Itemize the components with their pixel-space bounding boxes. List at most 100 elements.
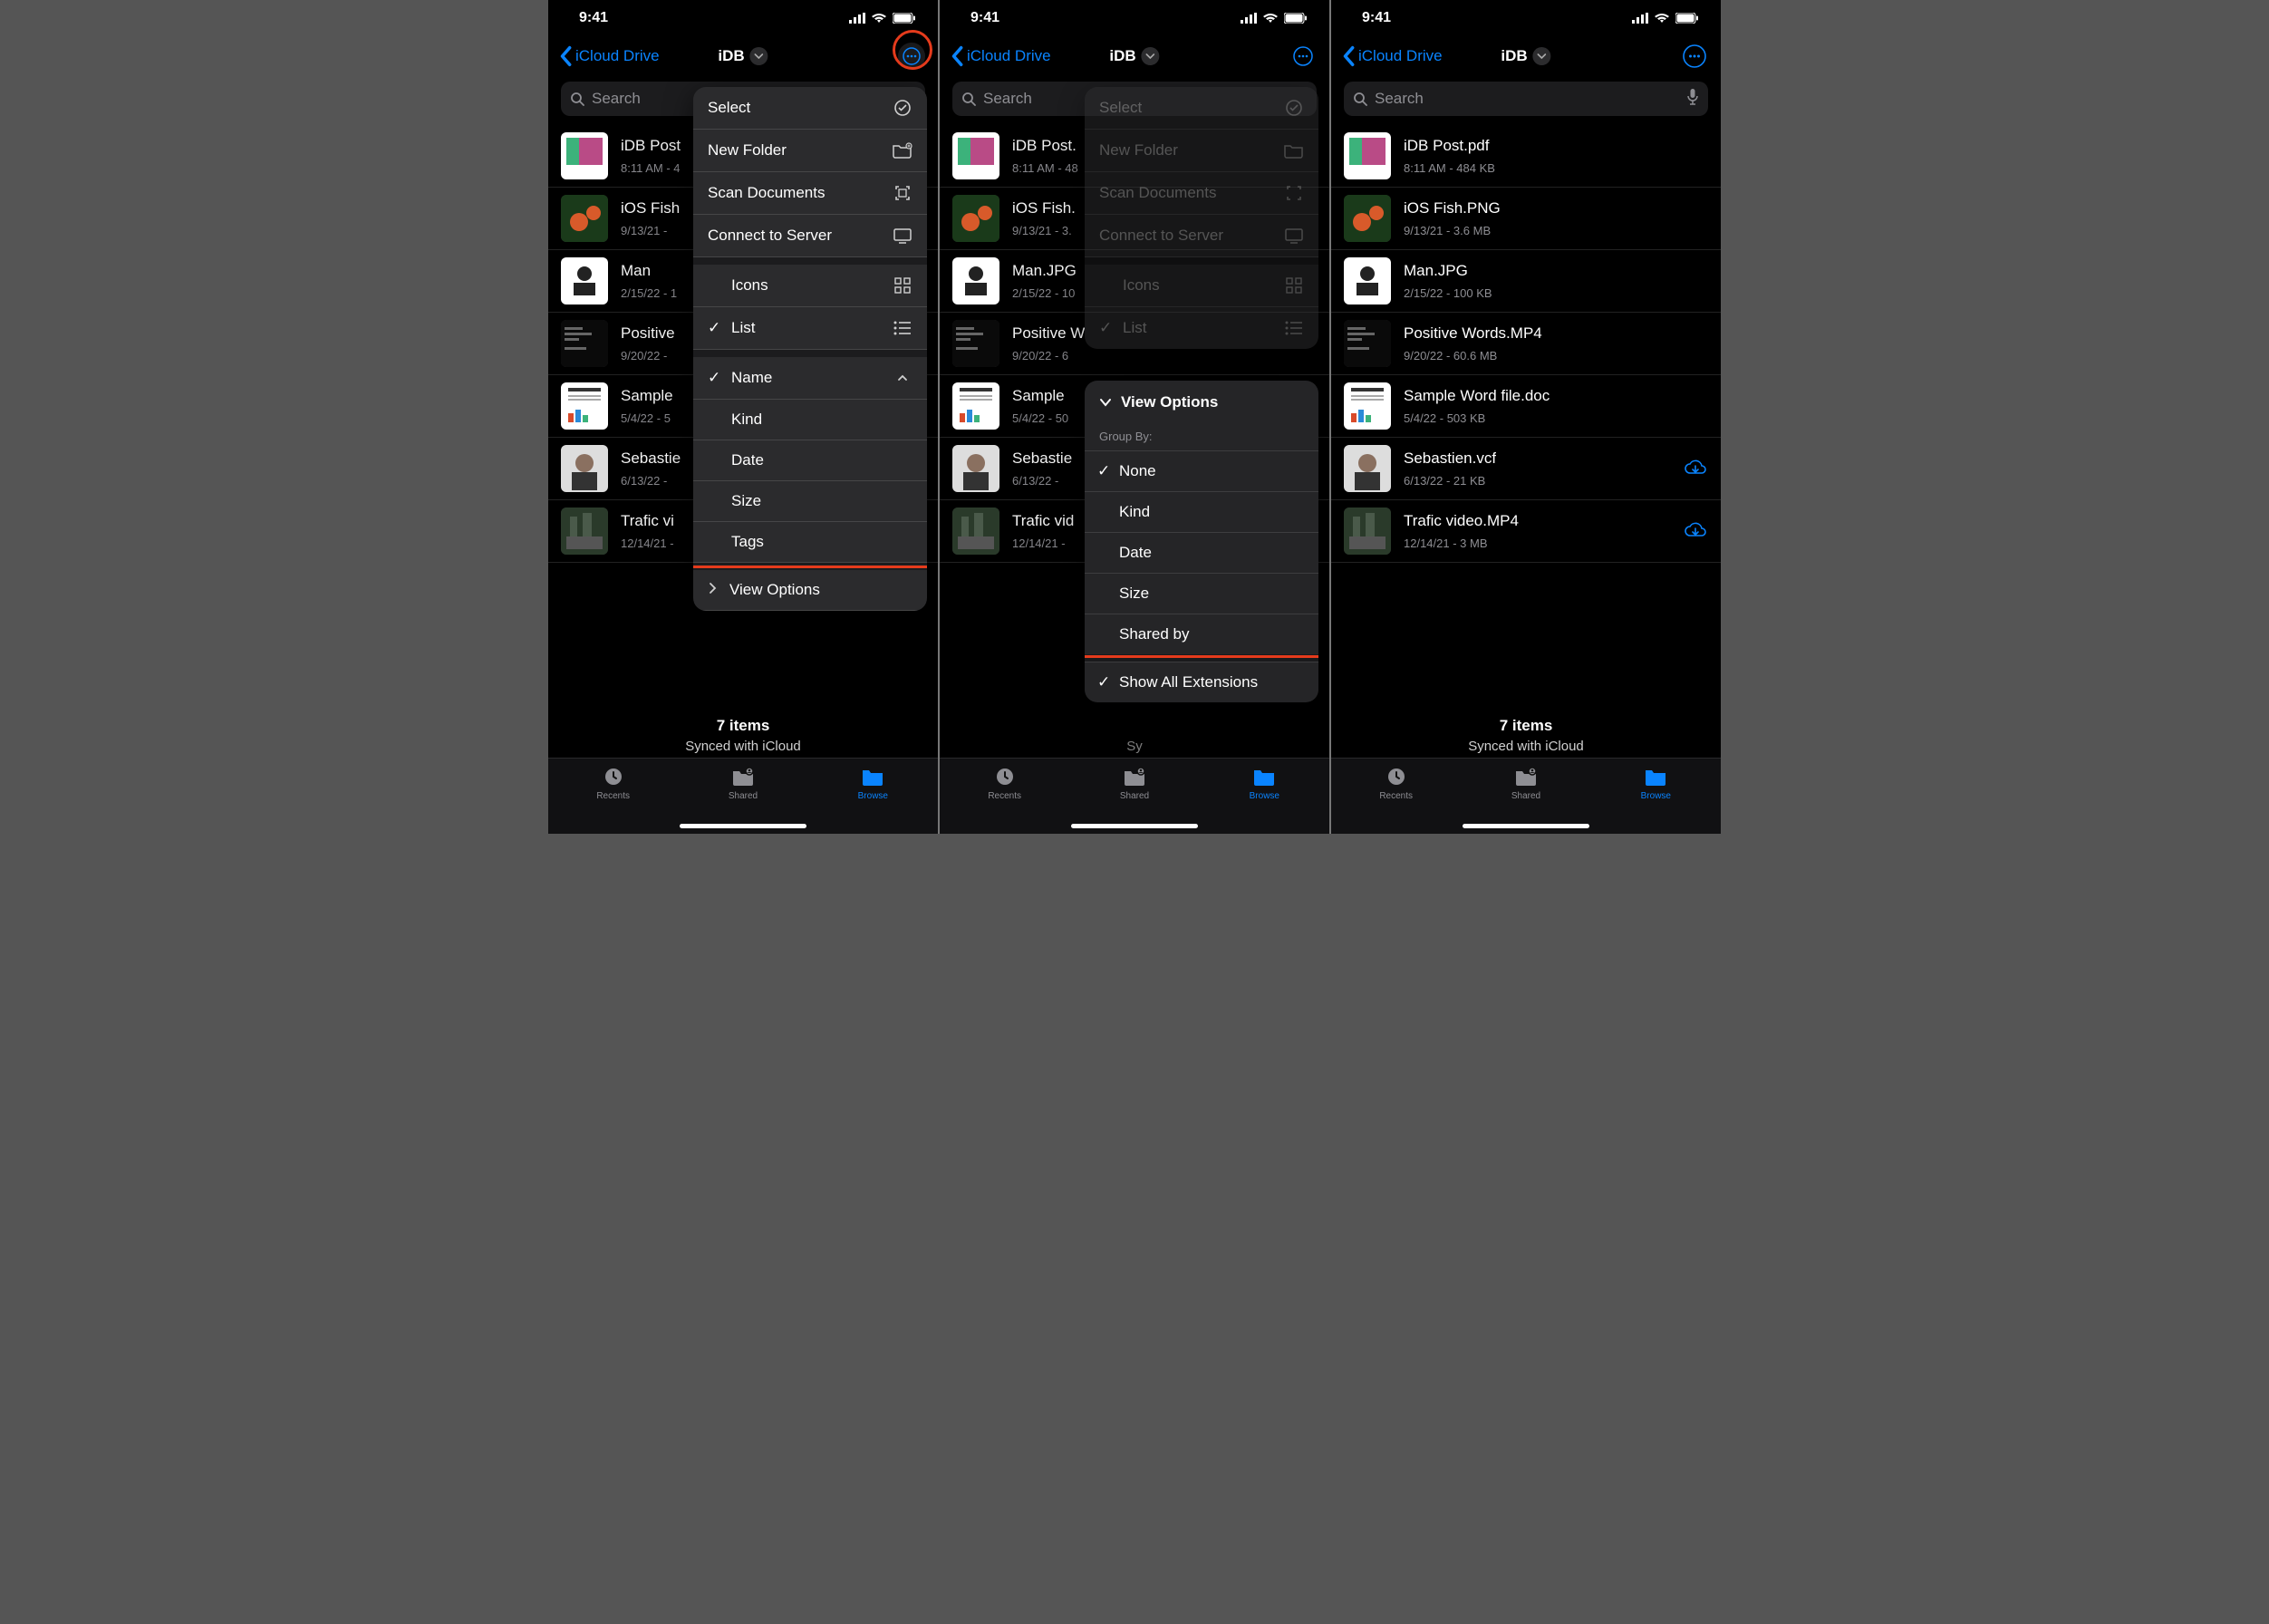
clock-icon [601,766,626,788]
group-by-kind[interactable]: Kind [1085,491,1318,532]
file-name: Man.JPG [1404,262,1468,280]
file-thumbnail [561,132,608,179]
file-name: Trafic vid [1012,512,1074,530]
tab-recents[interactable]: Recents [548,766,678,801]
menu-scan-documents[interactable]: Scan Documents [693,172,927,215]
file-row[interactable]: Positive Words.MP49/20/22 - 60.6 MB [1331,313,1721,375]
back-label: iCloud Drive [967,47,1051,65]
file-name: Trafic vi [621,512,674,530]
file-meta: 5/4/22 - 5 [621,411,697,425]
folder-title-button[interactable]: iDB [1501,47,1550,65]
file-row[interactable]: iOS Fish.PNG 9/13/21 - 3.6 MB [1331,188,1721,250]
folder-title-button[interactable]: iDB [1109,47,1159,65]
cellular-icon [849,13,865,24]
home-indicator [680,824,806,828]
status-time: 9:41 [579,10,608,26]
tab-shared[interactable]: Shared [1461,766,1590,801]
menu-sort-tags[interactable]: Tags [693,522,927,563]
more-button[interactable] [1681,43,1708,70]
status-time: 9:41 [1362,10,1391,26]
back-button[interactable]: iCloud Drive [559,45,660,67]
file-meta: 6/13/22 - [621,474,697,488]
search-input[interactable]: Search [1344,82,1708,116]
search-placeholder: Search [592,90,641,108]
chevron-down-icon [750,47,768,65]
file-meta: 12/14/21 - 3 MB [1404,536,1670,550]
file-thumbnail [561,382,608,430]
file-row[interactable]: Man.JPG2/15/22 - 100 KB [1331,250,1721,313]
icloud-download-icon[interactable] [1683,521,1708,541]
back-button[interactable]: iCloud Drive [1342,45,1443,67]
chevron-right-icon [708,581,720,599]
group-by-label: Group By: [1085,424,1318,450]
file-row[interactable]: iDB Post.pdf8:11 AM - 484 KB [1331,125,1721,188]
file-meta: 9/20/22 - [621,349,697,362]
menu-new-folder[interactable]: New Folder [693,130,927,172]
icloud-download-icon[interactable] [1683,459,1708,478]
group-by-none[interactable]: ✓ None [1085,450,1318,491]
checkmark-icon: ✓ [1097,462,1110,480]
file-name: iOS Fish.PNG [1404,199,1501,218]
mic-icon[interactable] [1686,88,1699,111]
file-thumbnail [952,257,999,304]
menu-view-options[interactable]: View Options [693,570,927,611]
file-meta: 6/13/22 - 21 KB [1404,474,1670,488]
more-button[interactable] [1289,43,1317,70]
menu-sort-size[interactable]: Size [693,481,927,522]
file-thumbnail [952,445,999,492]
menu-connect-server[interactable]: Connect to Server [693,215,927,257]
battery-icon [893,13,916,24]
file-thumbnail [952,320,999,367]
menu-select[interactable]: Select [693,87,927,130]
folder-icon [1643,766,1668,788]
tab-browse[interactable]: Browse [1200,766,1329,801]
file-thumbnail [561,508,608,555]
phone-screenshot-2: 9:41 iCloud Drive iDB Search [940,0,1329,834]
footer-summary: 7 items Synced with iCloud [1331,708,1721,758]
tab-shared[interactable]: Shared [678,766,807,801]
tab-shared[interactable]: Shared [1069,766,1199,801]
chevron-down-icon [1533,47,1551,65]
cellular-icon [1241,13,1257,24]
show-all-extensions[interactable]: ✓ Show All Extensions [1085,662,1318,702]
status-bar: 9:41 [548,0,938,36]
file-thumbnail [561,195,608,242]
file-name: iDB Post.pdf [1404,137,1490,155]
folder-title-button[interactable]: iDB [718,47,768,65]
file-meta: 12/14/21 - [621,536,697,550]
file-row[interactable]: Sebastien.vcf 6/13/22 - 21 KB [1331,438,1721,500]
chevron-left-icon [559,45,572,67]
home-indicator [1071,824,1198,828]
tab-recents[interactable]: Recents [940,766,1069,801]
file-row[interactable]: Trafic video.MP412/14/21 - 3 MB [1331,500,1721,563]
menu-list-view[interactable]: ✓List [693,307,927,350]
footer-summary: Sy [940,726,1329,758]
shared-folder-icon [1122,766,1147,788]
file-name: iDB Post [621,137,681,155]
group-by-size[interactable]: Size [1085,573,1318,614]
group-by-date[interactable]: Date [1085,532,1318,573]
more-button[interactable] [898,43,925,70]
tab-browse[interactable]: Browse [1591,766,1721,801]
file-name: Sebastie [1012,450,1072,468]
back-button[interactable]: iCloud Drive [951,45,1051,67]
tab-recents[interactable]: Recents [1331,766,1461,801]
menu-icons-view[interactable]: Icons [693,265,927,307]
file-name: Positive [621,324,675,343]
file-meta: 9/13/21 - 3.6 MB [1404,224,1708,237]
magnifyingglass-icon [570,92,584,106]
phone-screenshot-3: 9:41 iCloud Drive iDB Search [1331,0,1721,834]
display-icon [893,226,912,246]
battery-icon [1675,13,1699,24]
file-name: Positive W [1012,324,1085,343]
tab-browse[interactable]: Browse [808,766,938,801]
menu-sort-kind[interactable]: Kind [693,400,927,440]
group-by-shared-by[interactable]: Shared by [1085,614,1318,654]
file-row[interactable]: Sample Word file.doc5/4/22 - 503 KB [1331,375,1721,438]
folder-icon [860,766,885,788]
file-name: iOS Fish [621,199,680,218]
view-options-header[interactable]: View Options [1085,381,1318,424]
menu-sort-name[interactable]: ✓Name [693,357,927,400]
menu-sort-date[interactable]: Date [693,440,927,481]
file-name: Sebastien.vcf [1404,450,1496,468]
